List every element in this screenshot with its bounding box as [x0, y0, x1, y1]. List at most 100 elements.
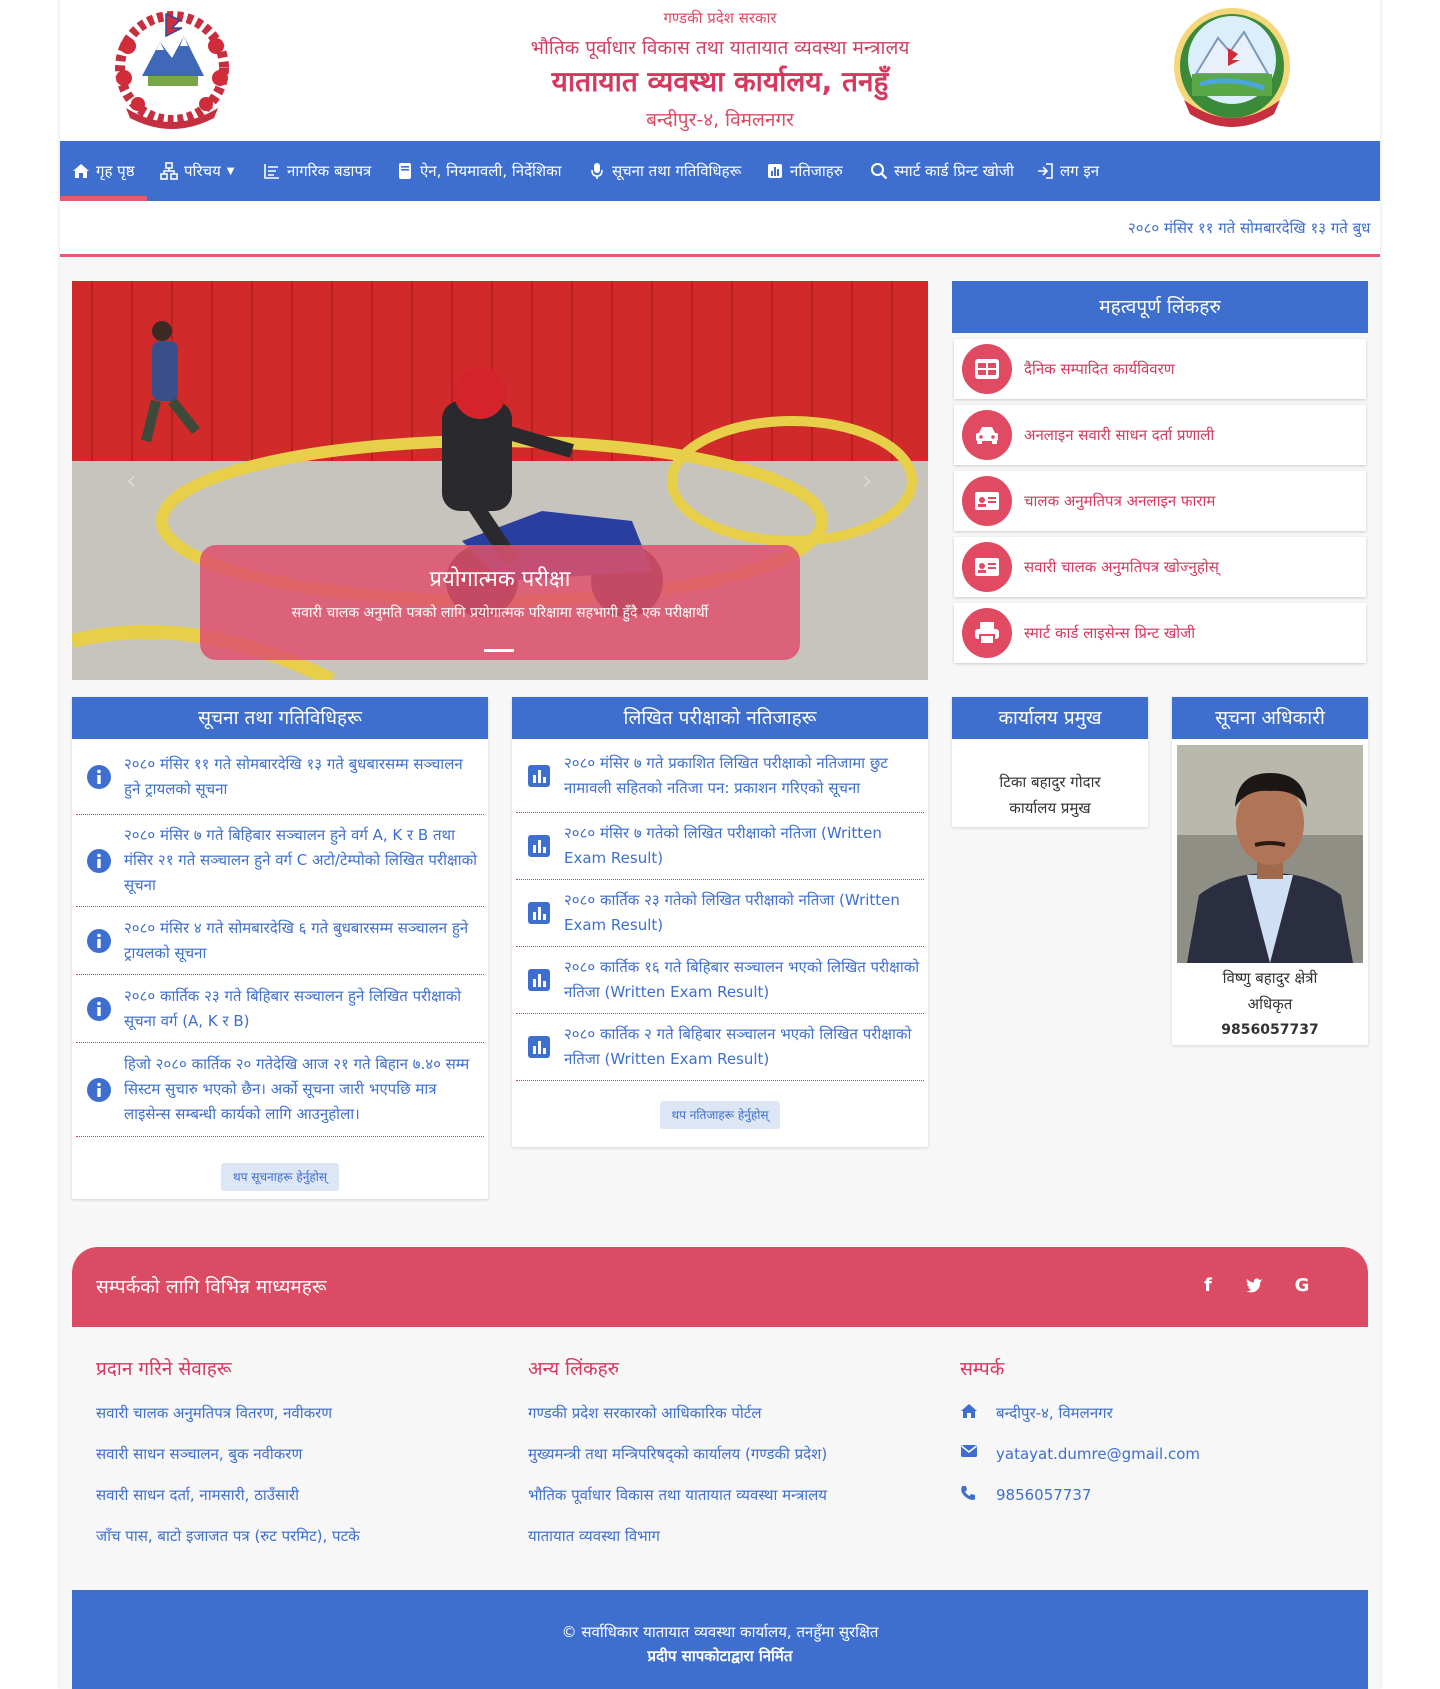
nav-home[interactable]: गृह पृष्ठ	[60, 141, 147, 202]
footer-service-link[interactable]: जाँच पास, बाटो इजाजत पत्र (रुट परमिट), प…	[96, 1526, 360, 1567]
link-label: दैनिक सम्पादित कार्यविवरण	[1024, 360, 1175, 378]
info-icon	[84, 1075, 114, 1105]
notice-text: २०८० मंसिर ७ गते बिहिबार सञ्चालन हुने वर…	[124, 826, 477, 894]
nav-results-label: नतिजाहरु	[790, 162, 843, 180]
nav-citizen-charter-label: नागरिक बडापत्र	[287, 162, 372, 180]
ministry-name: भौतिक पूर्वाधार विकास तथा यातायात व्यवस्…	[530, 37, 910, 59]
office-chief-name: टिका बहादुर गोदार	[999, 773, 1101, 791]
results-panel: लिखित परीक्षाको नतिजाहरू २०८० मंसिर ७ गत…	[512, 697, 928, 1147]
footer-other-links-column: अन्य लिंकहरु गण्डकी प्रदेश सरकारको आधिका…	[528, 1355, 827, 1567]
link-daily-activities[interactable]: दैनिक सम्पादित कार्यविवरण	[954, 339, 1366, 399]
footer-other-link[interactable]: भौतिक पूर्वाधार विकास तथा यातायात व्यवस्…	[528, 1485, 827, 1526]
footer-address: बन्दीपुर-४, विमलनगर	[960, 1403, 1200, 1444]
link-smart-card-print-search[interactable]: स्मार्ट कार्ड लाइसेन्स प्रिन्ट खोजी	[954, 603, 1366, 663]
envelope-icon	[960, 1444, 996, 1458]
microphone-icon	[588, 162, 606, 180]
phone-icon	[960, 1485, 996, 1501]
footer-service-link[interactable]: सवारी साधन सञ्चालन, बुक नवीकरण	[96, 1444, 360, 1485]
result-item[interactable]: २०८० कार्तिक २३ गतेको लिखित परीक्षाको नत…	[516, 880, 924, 947]
notice-text: २०८० मंसिर ४ गते सोमबारदेखि ६ गते बुधबार…	[124, 918, 469, 962]
info-officer-role: अधिकृत	[1247, 995, 1293, 1013]
info-icon	[84, 846, 114, 876]
province-name: गण्डकी प्रदेश सरकार	[663, 9, 777, 27]
list-icon	[263, 162, 281, 180]
carousel-next-arrow[interactable]: ›	[862, 466, 872, 496]
link-label: अनलाइन सवारी साधन दर्ता प्रणाली	[1024, 426, 1215, 444]
footer-email-text: yatayat.dumre@gmail.com	[996, 1445, 1201, 1463]
footer-other-links-title: अन्य लिंकहरु	[528, 1358, 620, 1380]
carousel-indicator[interactable]	[484, 649, 514, 652]
nav-smart-card-search[interactable]: स्मार्ट कार्ड प्रिन्ट खोजी	[870, 141, 1014, 201]
link-label: चालक अनुमतिपत्र अनलाइन फाराम	[1024, 492, 1216, 510]
carousel-caption: प्रयोगात्मक परीक्षा सवारी चालक अनुमति पत…	[200, 545, 800, 660]
important-links-panel: महत्वपूर्ण लिंकहरु दैनिक सम्पादित कार्यव…	[952, 281, 1368, 663]
notice-item[interactable]: हिजो २०८० कार्तिक २० गतेदेखि आज २१ गते ब…	[76, 1043, 484, 1137]
info-officer-panel: सूचना अधिकारी विष्णु बहादुर क्षेत्री अधि…	[1172, 697, 1368, 1045]
id-card-icon	[962, 476, 1012, 526]
footer-phone-text: 9856057737	[996, 1486, 1092, 1504]
main-navigation: गृह पृष्ठ परिचय ▼ नागरिक बडापत्र ऐन, निय…	[60, 141, 1380, 202]
chart-icon	[766, 162, 784, 180]
footer-phone[interactable]: 9856057737	[960, 1485, 1200, 1526]
nav-citizen-charter[interactable]: नागरिक बडापत्र	[263, 141, 371, 201]
notice-item[interactable]: २०८० मंसिर ७ गते बिहिबार सञ्चालन हुने वर…	[76, 815, 484, 907]
notices-list: २०८० मंसिर ११ गते सोमबारदेखि १३ गते बुधब…	[72, 739, 488, 1137]
copyright-text: © सर्वाधिकार यातायात व्यवस्था कार्यालय, …	[561, 1623, 879, 1641]
info-icon	[84, 994, 114, 1024]
image-carousel: ‹ › प्रयोगात्मक परीक्षा सवारी चालक अनुमत…	[72, 281, 928, 680]
google-icon[interactable]: G	[1286, 1269, 1318, 1301]
nav-introduction-label: परिचय	[184, 162, 221, 180]
link-label: सवारी चालक अनुमतिपत्र खोज्नुहोस्	[1024, 558, 1219, 576]
page-container: गण्डकी प्रदेश सरकार भौतिक पूर्वाधार विका…	[60, 0, 1380, 1689]
result-text: २०८० कार्तिक १६ गते बिहिबार सञ्चालन भएको…	[564, 958, 920, 1001]
footer-services-column: प्रदान गरिने सेवाहरू सवारी चालक अनुमतिपत…	[96, 1355, 360, 1567]
link-online-vehicle-registration[interactable]: अनलाइन सवारी साधन दर्ता प्रणाली	[954, 405, 1366, 465]
footer-other-link[interactable]: मुख्यमन्त्री तथा मन्त्रिपरिषद्को कार्याल…	[528, 1444, 827, 1485]
notice-text: २०८० कार्तिक २३ गते बिहिबार सञ्चालन हुने…	[124, 986, 462, 1030]
facebook-icon[interactable]: f	[1192, 1269, 1224, 1301]
info-icon	[84, 926, 114, 956]
notice-item[interactable]: २०८० मंसिर ४ गते सोमबारदेखि ६ गते बुधबार…	[76, 907, 484, 975]
bar-chart-icon	[524, 965, 554, 995]
sitemap-icon	[160, 162, 178, 180]
footer-service-link[interactable]: सवारी साधन दर्ता, नामसारी, ठाउँसारी	[96, 1485, 360, 1526]
link-license-online-form[interactable]: चालक अनुमतिपत्र अनलाइन फाराम	[954, 471, 1366, 531]
twitter-icon[interactable]	[1238, 1269, 1270, 1301]
caption-title: प्रयोगात्मक परीक्षा	[429, 567, 571, 592]
nav-introduction-dropdown[interactable]: परिचय ▼	[160, 141, 234, 201]
search-icon	[870, 162, 888, 180]
printer-icon	[962, 608, 1012, 658]
notice-item[interactable]: २०८० कार्तिक २३ गते बिहिबार सञ्चालन हुने…	[76, 975, 484, 1043]
notice-item[interactable]: २०८० मंसिर ११ गते सोमबारदेखि १३ गते बुधब…	[76, 739, 484, 815]
nav-acts-rules[interactable]: ऐन, नियमावली, निर्देशिका	[396, 141, 562, 201]
result-item[interactable]: २०८० मंसिर ७ गतेको लिखित परीक्षाको नतिजा…	[516, 813, 924, 880]
bar-chart-icon	[524, 1032, 554, 1062]
carousel-prev-arrow[interactable]: ‹	[126, 466, 136, 496]
result-text: २०८० मंसिर ७ गते प्रकाशित लिखित परीक्षाक…	[564, 753, 888, 797]
home-icon	[960, 1403, 996, 1419]
footer-email[interactable]: yatayat.dumre@gmail.com	[960, 1444, 1200, 1485]
footer-other-link[interactable]: गण्डकी प्रदेश सरकारको आधिकारिक पोर्टल	[528, 1403, 827, 1444]
footer-service-link[interactable]: सवारी चालक अनुमतिपत्र वितरण, नवीकरण	[96, 1403, 360, 1444]
bar-chart-icon	[524, 898, 554, 928]
ticker-text[interactable]: २०८० मंसिर ११ गते सोमबारदेखि १३ गते बुध	[1128, 218, 1370, 238]
nav-notices-activities[interactable]: सूचना तथा गतिविधिहरू	[588, 141, 741, 201]
nav-results[interactable]: नतिजाहरु	[766, 141, 843, 201]
gandaki-province-logo	[1174, 8, 1290, 127]
footer-contact-title: सम्पर्क	[960, 1358, 1005, 1380]
result-item[interactable]: २०८० कार्तिक १६ गते बिहिबार सञ्चालन भएको…	[516, 947, 924, 1014]
more-results-button[interactable]: थप नतिजाहरू हेर्नुहोस्	[660, 1101, 780, 1129]
office-chief-title: कार्यालय प्रमुख	[952, 697, 1148, 739]
link-search-driving-license[interactable]: सवारी चालक अनुमतिपत्र खोज्नुहोस्	[954, 537, 1366, 597]
more-notices-button[interactable]: थप सूचनाहरू हेर्नुहोस्	[221, 1163, 339, 1191]
result-item[interactable]: २०८० मंसिर ७ गते प्रकाशित लिखित परीक्षाक…	[516, 739, 924, 813]
office-name: यातायात व्यवस्था कार्यालय, तनहुँ	[551, 65, 889, 98]
footer-other-link[interactable]: यातायात व्यवस्था विभाग	[528, 1526, 827, 1567]
notice-text: २०८० मंसिर ११ गते सोमबारदेखि १३ गते बुधब…	[124, 754, 463, 798]
result-item[interactable]: २०८० कार्तिक २ गते बिहिबार सञ्चालन भएको …	[516, 1014, 924, 1081]
nav-login[interactable]: लग इन	[1036, 141, 1099, 201]
login-icon	[1036, 162, 1054, 180]
id-card-icon	[962, 542, 1012, 592]
caption-text: सवारी चालक अनुमति पत्रको लागि प्रयोगात्म…	[291, 605, 709, 621]
nav-login-label: लग इन	[1060, 162, 1100, 180]
